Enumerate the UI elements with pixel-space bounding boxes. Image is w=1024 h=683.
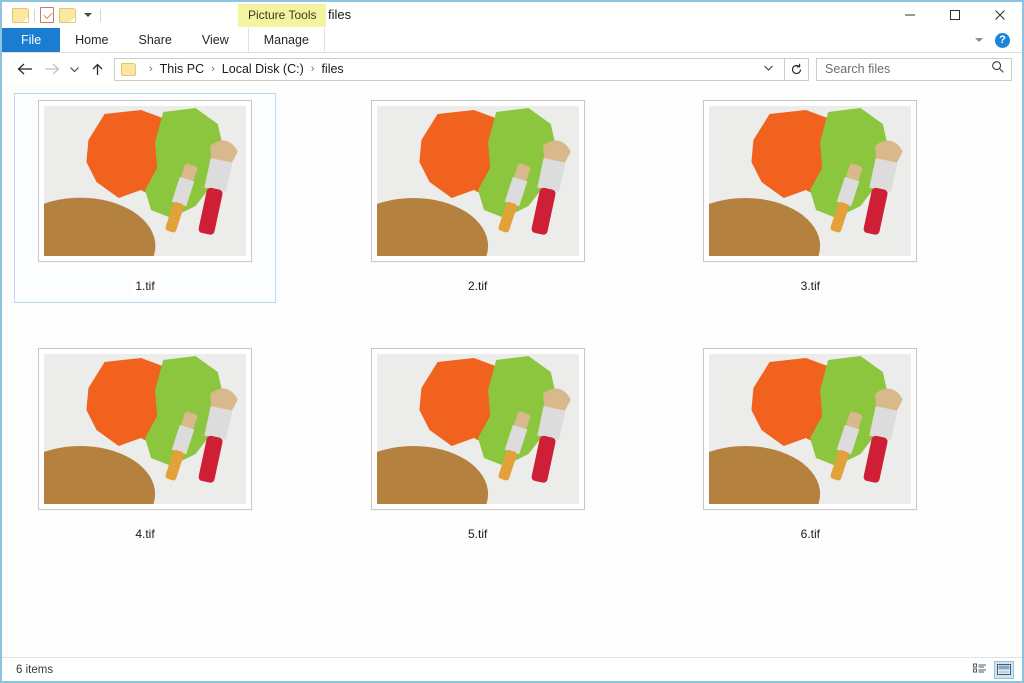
file-list-view[interactable]: 1.tif 2.tif 3.tif 4.tif 5.tif 6.tif (2, 85, 1022, 657)
large-icons-view-button[interactable] (994, 660, 1014, 679)
thumbnail-frame-2 (370, 100, 585, 262)
file-item-1[interactable]: 1.tif (14, 93, 276, 303)
ribbon-tab-strip: File Home Share View Manage ? (2, 28, 1022, 53)
chevron-down-icon[interactable] (975, 38, 983, 42)
quick-access-toolbar (2, 2, 101, 28)
file-item-6[interactable]: 6.tif (679, 341, 941, 551)
file-explorer-window: Picture Tools files File Home Share View… (0, 0, 1024, 683)
file-item-4[interactable]: 4.tif (14, 341, 276, 551)
file-item-3[interactable]: 3.tif (679, 93, 941, 303)
maximize-button[interactable] (932, 2, 977, 28)
customize-chevron-icon[interactable] (84, 13, 92, 17)
up-button[interactable] (84, 56, 110, 82)
address-bar: › This PC › Local Disk (C:) › files Sear… (2, 53, 1022, 85)
window-title: files (328, 7, 352, 22)
item-count-label: 6 items (16, 663, 54, 676)
breadcrumb-dropdown-icon[interactable] (757, 64, 780, 74)
search-input[interactable]: Search files (825, 62, 991, 76)
breadcrumb[interactable]: › This PC › Local Disk (C:) › files (114, 57, 785, 81)
thumbnail-frame-6 (703, 348, 918, 510)
file-name-6: 6.tif (800, 527, 820, 541)
folder-icon[interactable] (12, 7, 29, 23)
file-name-3: 3.tif (800, 279, 820, 293)
file-item-5[interactable]: 5.tif (347, 341, 609, 551)
file-name-2: 2.tif (467, 279, 488, 293)
breadcrumb-folder-icon (121, 62, 136, 76)
thumbnail-frame-1 (38, 100, 252, 262)
file-name-1: 1.tif (131, 278, 159, 294)
breadcrumb-separator-0: › (149, 63, 153, 75)
recent-locations-button[interactable] (64, 56, 84, 82)
breadcrumb-separator-1: › (211, 63, 215, 75)
tab-view[interactable]: View (187, 28, 244, 52)
tab-share[interactable]: Share (124, 28, 187, 52)
thumbnail-image-1 (44, 106, 246, 256)
back-button[interactable] (12, 56, 38, 82)
title-bar: Picture Tools files (2, 2, 1022, 28)
details-view-button[interactable] (970, 661, 990, 679)
tab-file[interactable]: File (2, 28, 61, 52)
thumbnail-image-3 (709, 106, 912, 256)
ribbon-right-controls: ? (975, 28, 1016, 52)
thumbnail-image-6 (709, 354, 912, 504)
view-mode-buttons (970, 660, 1014, 679)
thumbnail-frame-4 (38, 348, 252, 510)
breadcrumb-item-this-pc[interactable]: This PC (160, 62, 204, 76)
file-name-5: 5.tif (467, 527, 488, 541)
window-controls (887, 2, 1022, 28)
help-icon[interactable]: ? (995, 32, 1010, 48)
qat-divider (34, 8, 35, 22)
breadcrumb-item-files[interactable]: files (321, 62, 343, 76)
new-folder-icon[interactable] (59, 7, 76, 23)
tab-manage[interactable]: Manage (247, 28, 325, 52)
search-icon[interactable] (991, 60, 1005, 79)
file-grid: 1.tif 2.tif 3.tif 4.tif 5.tif 6.tif (14, 93, 1012, 551)
close-button[interactable] (977, 2, 1022, 28)
picture-tools-label: Picture Tools (238, 4, 327, 27)
tab-home[interactable]: Home (60, 28, 123, 52)
breadcrumb-separator-2: › (310, 63, 315, 75)
file-name-4: 4.tif (135, 527, 155, 541)
breadcrumb-item-local-disk[interactable]: Local Disk (C:) (222, 62, 304, 76)
minimize-button[interactable] (887, 2, 932, 28)
search-box[interactable]: Search files (816, 57, 1012, 81)
status-bar: 6 items (2, 657, 1022, 681)
properties-icon[interactable] (40, 7, 54, 23)
thumbnail-frame-5 (370, 348, 585, 510)
forward-button[interactable] (38, 56, 64, 82)
thumbnail-image-5 (376, 354, 579, 504)
refresh-button[interactable] (785, 57, 809, 81)
file-item-2[interactable]: 2.tif (347, 93, 609, 303)
thumbnail-image-2 (376, 106, 579, 256)
qat-divider-2 (100, 8, 101, 22)
thumbnail-frame-3 (703, 100, 918, 262)
thumbnail-image-4 (44, 354, 246, 504)
